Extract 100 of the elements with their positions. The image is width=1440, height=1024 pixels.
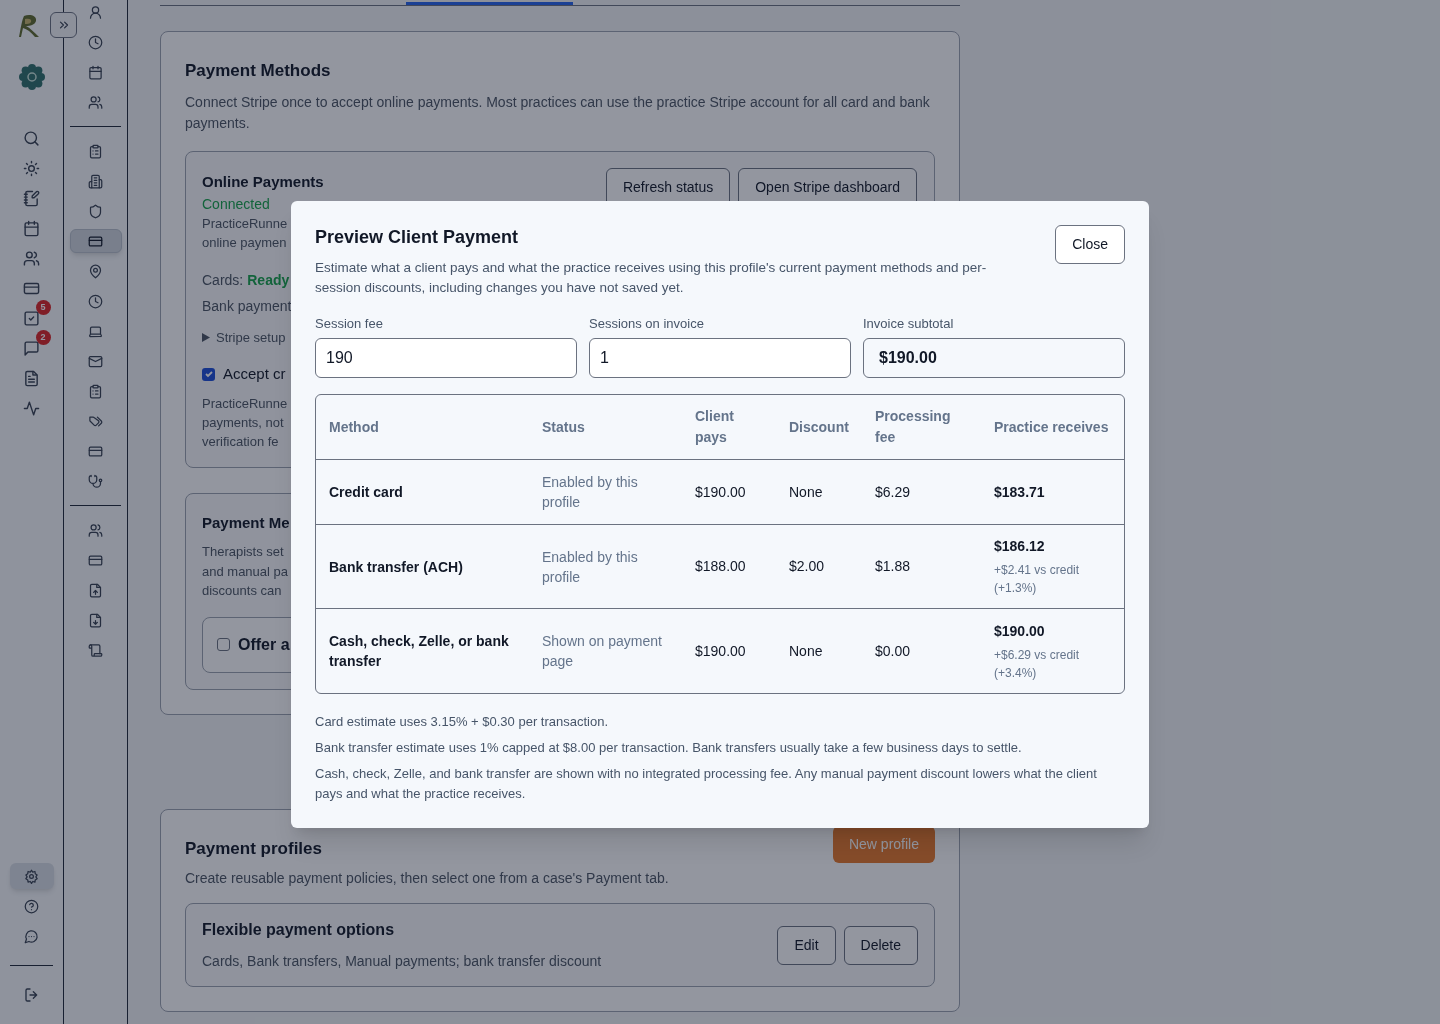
credit-card-icon [88, 552, 103, 568]
checkbox[interactable] [217, 638, 230, 651]
clock-icon [88, 34, 103, 50]
nav-item[interactable] [69, 229, 122, 253]
calendar-icon [23, 219, 40, 237]
shield-icon [88, 203, 103, 219]
activity-icon [23, 399, 40, 417]
tags-icon [88, 413, 103, 429]
users-icon [88, 522, 103, 538]
expand-button[interactable] [50, 12, 77, 38]
table-cell-text: None [789, 482, 824, 502]
column-header: Practice receives [994, 417, 1110, 437]
stethoscope-icon [88, 473, 103, 489]
caret-icon [202, 332, 210, 342]
cards-status: Ready [247, 270, 290, 290]
card-title: Payment Me [202, 512, 291, 533]
bank-status-text: Bank payment [202, 296, 292, 316]
table-cell-text: $2.00 [789, 557, 826, 576]
table-cell-text: Credit card [329, 483, 404, 502]
table-cell-text: $190.00 [695, 482, 747, 502]
users-icon [23, 249, 40, 267]
profile-title: Flexible payment options [202, 920, 396, 940]
field-label: Invoice subtotal [863, 315, 955, 333]
sun-icon [23, 159, 40, 177]
notification-badge: 5 [35, 300, 51, 315]
table-cell-text: $186.12 [994, 537, 1046, 556]
table-cell-text: Cash, check, Zelle, or bank transfer [329, 632, 510, 671]
checkbox-label: Offer a [238, 634, 290, 655]
table-cell-text: $188.00 [695, 557, 747, 576]
field-label: Sessions on invoice [589, 315, 705, 333]
checkmark-icon [203, 369, 214, 380]
flower-logo-icon [18, 64, 45, 90]
input-field[interactable]: 1 [589, 338, 851, 378]
description-text: Therapists set [202, 543, 284, 561]
footnote: Card estimate uses 3.15% + $0.30 per transaction. [315, 713, 610, 731]
user-icon [88, 4, 103, 20]
file-upload-icon [88, 582, 103, 598]
column-header: Method [329, 417, 380, 437]
intro-text: online paymen [202, 233, 287, 252]
input-field[interactable]: 190 [315, 338, 577, 378]
footnote: Bank transfer estimate uses 1% capped at $8.00 per transaction. Bank transfers usually take a few business days to settle. [315, 739, 1023, 757]
profile-summary: Cards, Bank transfers, Manual payments; bank transfer discount [202, 952, 602, 971]
table-cell-text: $0.00 [875, 641, 912, 661]
help-icon [24, 898, 39, 914]
connection-status: Connected [202, 194, 270, 214]
stripe-setup-disclosure[interactable]: Stripe setup [202, 327, 286, 347]
mail-icon [88, 353, 103, 369]
table-cell-text: Enabled by this profile [542, 547, 639, 587]
dialog-title: Preview Client Payment [315, 226, 520, 249]
users-icon [88, 94, 103, 110]
field-label: Session fee [315, 315, 384, 333]
settings-icon [24, 868, 39, 884]
table-cell-text: $1.88 [875, 557, 912, 576]
chat-icon [23, 339, 40, 357]
action-button[interactable]: Delete [843, 925, 918, 965]
input-field[interactable]: $190.00 [863, 338, 1125, 378]
laptop-icon [88, 323, 103, 339]
table-cell-text: Bank transfer (ACH) [329, 557, 464, 577]
intro-text: PracticeRunne [202, 214, 288, 233]
notebook-pen-icon [23, 189, 40, 207]
column-header: Discount [789, 417, 850, 437]
section-title: Payment Methods [185, 60, 332, 82]
section-description: Create reusable payment policies, then select one from a case's Payment tab. [185, 869, 669, 888]
disclosure-label: Stripe setup [216, 328, 286, 347]
file-download-icon [88, 612, 103, 628]
table-cell-text: Enabled by this profile [542, 473, 639, 512]
table-cell-text: $190.00 [994, 621, 1046, 641]
action-button[interactable]: Edit [777, 925, 836, 965]
logout-icon [23, 987, 40, 1003]
section-description: Connect Stripe once to accept online payments. Most practices can use the practice Stripe account for all card and bank payments. [185, 92, 931, 133]
note-text: verification fe [202, 432, 279, 451]
table-cell-text: $183.71 [994, 482, 1046, 502]
map-pin-icon [88, 263, 103, 279]
credit-card-icon [88, 233, 103, 249]
footnote: Cash, check, Zelle, and bank transfer are shown with no integrated processing fee. Any manual payment discount lowers what the client pays and what the practice receives. [315, 765, 1098, 803]
card-title: Online Payments [202, 171, 324, 192]
column-header: Client pays [695, 407, 735, 447]
calendar-icon [88, 64, 103, 80]
description-text: and manual pa [202, 562, 288, 581]
search-icon [23, 129, 40, 147]
table-cell-text: $190.00 [695, 641, 747, 661]
column-header: Processing fee [875, 407, 952, 447]
credit-card-icon [88, 443, 103, 459]
dialog-description: Estimate what a client pays and what the practice receives using this profile's current payment methods and per-session discounts, including changes you have not saved yet. [315, 259, 988, 297]
table-cell-text: Shown on payment page [542, 632, 662, 671]
table-cell-text: None [789, 641, 824, 661]
chat-bubble-icon [24, 928, 39, 944]
clock-icon [88, 293, 103, 309]
description-text: discounts can [202, 582, 282, 600]
document-icon [23, 369, 40, 387]
checkbox-label: Accept cr [223, 364, 286, 384]
building-icon [88, 173, 103, 189]
table-cell-text: $6.29 [875, 482, 912, 502]
nav-item[interactable] [9, 863, 54, 889]
close-button[interactable]: Close [1055, 225, 1125, 264]
note-text: payments, not [202, 413, 284, 432]
clipboard-icon [88, 143, 103, 159]
checkbox[interactable] [202, 367, 215, 381]
cards-label: Cards: [202, 270, 244, 290]
notification-badge: 2 [35, 330, 51, 345]
